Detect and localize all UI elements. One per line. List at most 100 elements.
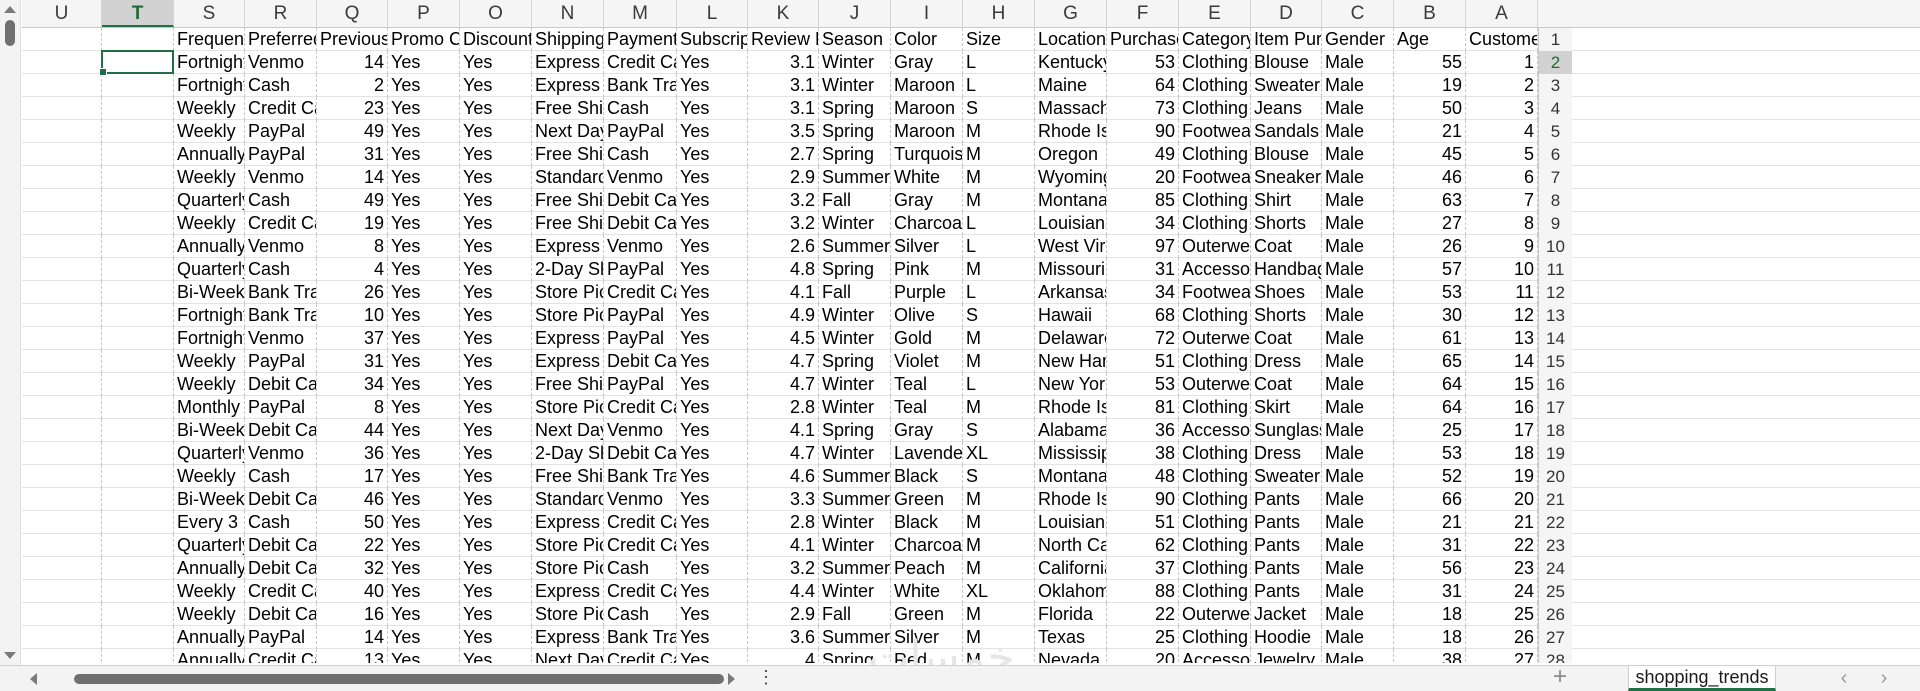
table-cell[interactable]: Yes xyxy=(677,120,748,143)
table-cell[interactable]: Yes xyxy=(677,281,748,304)
header-cell[interactable]: Category xyxy=(1179,28,1251,51)
table-cell[interactable]: 2.9 xyxy=(748,166,819,189)
table-cell[interactable]: Male xyxy=(1322,97,1394,120)
table-cell[interactable]: PayPal xyxy=(245,120,317,143)
table-cell[interactable]: Jewelry xyxy=(1251,649,1322,663)
table-cell[interactable]: PayPal xyxy=(604,120,677,143)
table-cell[interactable] xyxy=(22,327,102,350)
table-cell[interactable]: Male xyxy=(1322,511,1394,534)
table-cell[interactable]: Male xyxy=(1322,465,1394,488)
table-cell[interactable]: Debit Card xyxy=(245,488,317,511)
table-cell[interactable]: Shorts xyxy=(1251,304,1322,327)
table-cell[interactable]: 51 xyxy=(1107,511,1179,534)
table-cell[interactable]: Bi-Weekly xyxy=(174,419,245,442)
table-cell[interactable]: 15 xyxy=(1466,373,1538,396)
scroll-left-icon[interactable] xyxy=(30,673,37,685)
table-cell[interactable]: Fortnightly xyxy=(174,327,245,350)
table-cell[interactable]: 13 xyxy=(317,649,388,663)
table-cell[interactable]: 27 xyxy=(1394,212,1466,235)
previous-sheet-icon[interactable]: ‹ xyxy=(1834,667,1854,690)
table-cell[interactable]: 4 xyxy=(748,649,819,663)
table-cell[interactable]: Footwear xyxy=(1179,120,1251,143)
table-cell[interactable]: Every 3 Months xyxy=(174,511,245,534)
table-cell[interactable]: Teal xyxy=(891,373,963,396)
row-number[interactable]: 18 xyxy=(1538,419,1572,442)
table-cell[interactable]: Winter xyxy=(819,327,891,350)
table-cell[interactable]: Male xyxy=(1322,626,1394,649)
table-cell[interactable]: 55 xyxy=(1394,51,1466,74)
table-cell[interactable]: 4.7 xyxy=(748,442,819,465)
table-cell[interactable]: Yes xyxy=(460,603,532,626)
table-cell[interactable]: Yes xyxy=(388,373,460,396)
table-cell[interactable]: Yes xyxy=(460,120,532,143)
table-cell[interactable]: Clothing xyxy=(1179,557,1251,580)
row-number[interactable]: 16 xyxy=(1538,373,1572,396)
table-cell[interactable]: Debit Card xyxy=(604,189,677,212)
table-cell[interactable] xyxy=(102,143,174,166)
table-cell[interactable]: Venmo xyxy=(604,166,677,189)
table-cell[interactable]: L xyxy=(963,235,1035,258)
table-cell[interactable]: Clothing xyxy=(1179,350,1251,373)
table-cell[interactable]: Winter xyxy=(819,511,891,534)
table-cell[interactable]: 72 xyxy=(1107,327,1179,350)
table-cell[interactable]: 27 xyxy=(1466,649,1538,663)
table-cell[interactable]: Hoodie xyxy=(1251,626,1322,649)
table-cell[interactable]: Yes xyxy=(677,511,748,534)
table-cell[interactable]: 5 xyxy=(1466,143,1538,166)
table-cell[interactable]: 3.1 xyxy=(748,51,819,74)
row-number[interactable]: 3 xyxy=(1538,74,1572,97)
header-cell[interactable]: Payment M xyxy=(604,28,677,51)
table-cell[interactable]: L xyxy=(963,212,1035,235)
table-cell[interactable] xyxy=(102,419,174,442)
table-cell[interactable]: PayPal xyxy=(604,258,677,281)
table-cell[interactable]: 45 xyxy=(1394,143,1466,166)
table-cell[interactable]: Annually xyxy=(174,143,245,166)
table-cell[interactable]: 53 xyxy=(1107,373,1179,396)
table-cell[interactable]: Violet xyxy=(891,350,963,373)
table-cell[interactable]: 44 xyxy=(317,419,388,442)
table-cell[interactable]: Yes xyxy=(460,97,532,120)
table-cell[interactable]: 2 xyxy=(1466,74,1538,97)
table-cell[interactable]: M xyxy=(963,143,1035,166)
table-cell[interactable] xyxy=(22,557,102,580)
table-cell[interactable]: Weekly xyxy=(174,580,245,603)
table-cell[interactable]: Venmo xyxy=(245,51,317,74)
table-cell[interactable]: Cash xyxy=(604,143,677,166)
table-cell[interactable] xyxy=(102,534,174,557)
table-cell[interactable] xyxy=(102,120,174,143)
table-cell[interactable]: Cash xyxy=(245,258,317,281)
table-cell[interactable]: 32 xyxy=(317,557,388,580)
column-header-o[interactable]: O xyxy=(460,0,532,27)
table-cell[interactable]: 3.3 xyxy=(748,488,819,511)
table-cell[interactable]: 19 xyxy=(1394,74,1466,97)
table-cell[interactable]: 48 xyxy=(1107,465,1179,488)
table-cell[interactable] xyxy=(102,465,174,488)
table-cell[interactable]: Charcoal xyxy=(891,534,963,557)
table-cell[interactable]: Debit Card xyxy=(245,373,317,396)
table-cell[interactable]: Yes xyxy=(677,189,748,212)
row-number[interactable]: 8 xyxy=(1538,189,1572,212)
row-number[interactable]: 1 xyxy=(1538,28,1572,51)
table-cell[interactable]: 25 xyxy=(1394,419,1466,442)
table-cell[interactable]: Accessories xyxy=(1179,419,1251,442)
table-cell[interactable]: Annually xyxy=(174,557,245,580)
table-cell[interactable]: 90 xyxy=(1107,488,1179,511)
table-cell[interactable]: Cash xyxy=(245,189,317,212)
column-header-p[interactable]: P xyxy=(388,0,460,27)
header-cell[interactable]: Age xyxy=(1394,28,1466,51)
table-cell[interactable]: 19 xyxy=(1466,465,1538,488)
row-number[interactable]: 17 xyxy=(1538,396,1572,419)
add-sheet-icon[interactable]: + xyxy=(1548,663,1572,691)
table-cell[interactable]: 11 xyxy=(1466,281,1538,304)
table-cell[interactable]: Weekly xyxy=(174,166,245,189)
table-cell[interactable]: Male xyxy=(1322,281,1394,304)
row-number[interactable]: 9 xyxy=(1538,212,1572,235)
table-cell[interactable]: Cash xyxy=(604,557,677,580)
table-cell[interactable]: 38 xyxy=(1107,442,1179,465)
header-cell[interactable]: Previous P xyxy=(317,28,388,51)
table-cell[interactable]: Yes xyxy=(677,143,748,166)
table-cell[interactable]: 3.1 xyxy=(748,74,819,97)
table-cell[interactable]: Cash xyxy=(245,511,317,534)
table-cell[interactable]: PayPal xyxy=(245,350,317,373)
table-cell[interactable]: 21 xyxy=(1394,120,1466,143)
